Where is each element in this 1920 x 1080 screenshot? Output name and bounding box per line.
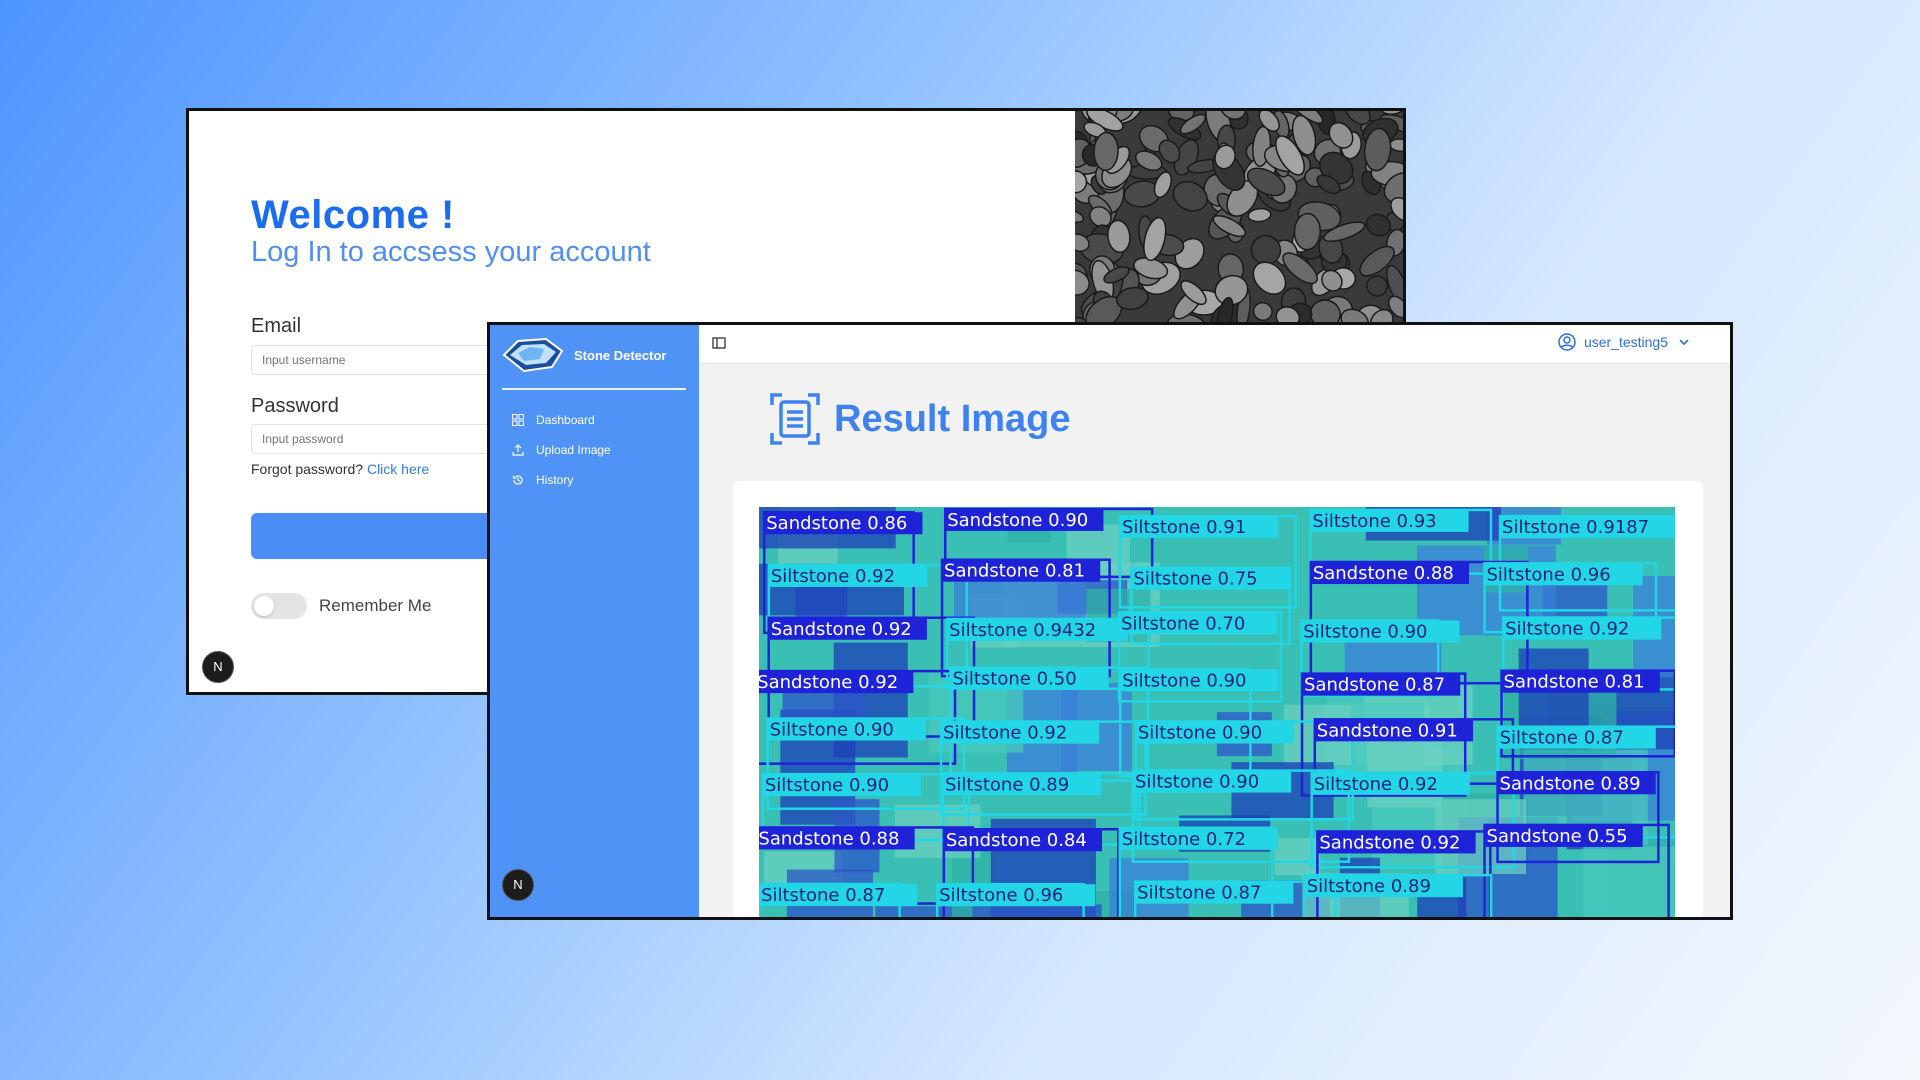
detection-label: Sandstone 0.89 bbox=[1500, 773, 1641, 794]
grid-icon bbox=[512, 414, 524, 426]
topbar: user_testing5 bbox=[699, 325, 1730, 364]
detection-label: Sandstone 0.88 bbox=[759, 828, 899, 849]
stone-hero-image bbox=[1075, 111, 1403, 325]
detection-label: Siltstone 0.72 bbox=[1122, 829, 1246, 850]
detection-label: Sandstone 0.90 bbox=[947, 510, 1088, 531]
detection-label: Siltstone 0.87 bbox=[1500, 728, 1624, 749]
detection-label: Siltstone 0.89 bbox=[945, 774, 1069, 795]
detection-label: Siltstone 0.92 bbox=[771, 566, 895, 587]
remember-me-toggle[interactable] bbox=[251, 593, 307, 619]
history-icon bbox=[512, 475, 523, 485]
detection-label: Sandstone 0.92 bbox=[771, 619, 912, 640]
sidebar-toggle-icon[interactable] bbox=[712, 336, 726, 350]
detection-label: Siltstone 0.75 bbox=[1133, 569, 1257, 590]
detection-label: Siltstone 0.90 bbox=[1122, 670, 1246, 691]
welcome-heading: Welcome ! bbox=[251, 193, 455, 237]
detection-label: Siltstone 0.90 bbox=[1135, 772, 1259, 793]
brand-name: Stone Detector bbox=[574, 347, 667, 363]
detection-label: Siltstone 0.9187 bbox=[1502, 517, 1649, 538]
stone-logo-icon bbox=[502, 337, 564, 373]
stone-shape bbox=[1252, 301, 1273, 322]
detection-label: Siltstone 0.70 bbox=[1121, 613, 1245, 634]
detection-label: Siltstone 0.92 bbox=[943, 723, 1067, 744]
stone-shape bbox=[1389, 138, 1403, 153]
upload-icon bbox=[512, 444, 524, 456]
detection-label: Siltstone 0.91 bbox=[1122, 517, 1246, 538]
sidebar-nav: Dashboard Upload Image History bbox=[512, 405, 611, 495]
detection-label: Siltstone 0.50 bbox=[952, 669, 1076, 690]
detection-label: Siltstone 0.89 bbox=[1307, 876, 1431, 897]
stone-shape bbox=[1075, 207, 1085, 224]
email-label: Email bbox=[251, 315, 302, 337]
remember-me-label: Remember Me bbox=[319, 596, 432, 615]
detection-label: Sandstone 0.55 bbox=[1487, 826, 1628, 847]
forgot-password-link[interactable]: Click here bbox=[367, 461, 429, 477]
sidebar-item-label: History bbox=[536, 473, 574, 487]
stone-shape bbox=[1293, 212, 1321, 251]
detection-label: Siltstone 0.90 bbox=[770, 720, 894, 741]
stone-shape bbox=[1247, 207, 1272, 223]
image-patch bbox=[1274, 837, 1321, 876]
sidebar-item-dashboard[interactable]: Dashboard bbox=[512, 405, 611, 435]
result-title: Result Image bbox=[770, 393, 1071, 445]
sidebar: Stone Detector Dashboard Upload Image Hi… bbox=[490, 325, 699, 917]
detection-label: Siltstone 0.96 bbox=[1486, 564, 1610, 585]
detection-label: Sandstone 0.87 bbox=[1304, 675, 1445, 696]
username: user_testing5 bbox=[1583, 334, 1668, 350]
detection-label: Sandstone 0.92 bbox=[1319, 832, 1460, 853]
detection-label: Siltstone 0.93 bbox=[1312, 511, 1436, 532]
detection-label: Siltstone 0.90 bbox=[1303, 622, 1427, 643]
detection-label: Siltstone 0.90 bbox=[765, 775, 889, 796]
stone-shape bbox=[1366, 275, 1389, 297]
next-badge-icon[interactable]: N bbox=[502, 869, 534, 901]
document-scan-icon bbox=[770, 393, 820, 445]
detection-label: Siltstone 0.9432 bbox=[949, 620, 1096, 641]
sidebar-divider bbox=[502, 388, 686, 390]
dashboard-window: Stone Detector Dashboard Upload Image Hi… bbox=[487, 322, 1733, 920]
password-label: Password bbox=[251, 395, 339, 417]
detection-label: Sandstone 0.81 bbox=[944, 561, 1085, 582]
detection-label: Siltstone 0.92 bbox=[1505, 619, 1629, 640]
detection-label: Siltstone 0.87 bbox=[761, 885, 885, 906]
detection-label: Sandstone 0.91 bbox=[1317, 720, 1458, 741]
detection-result-image: Sandstone 0.86 Sandstone 0.90 Siltstone 0.… bbox=[759, 507, 1675, 917]
detection-label: Sandstone 0.86 bbox=[766, 513, 907, 534]
sidebar-item-label: Dashboard bbox=[536, 413, 595, 427]
user-menu[interactable]: user_testing5 bbox=[1558, 333, 1690, 351]
detection-label: Sandstone 0.92 bbox=[759, 672, 898, 693]
user-circle-icon bbox=[1558, 333, 1576, 351]
detection-label: Sandstone 0.81 bbox=[1504, 672, 1645, 693]
image-patch bbox=[972, 904, 1102, 917]
image-patch bbox=[1583, 846, 1675, 917]
chevron-down-icon bbox=[1679, 339, 1689, 346]
detection-label: Siltstone 0.92 bbox=[1314, 774, 1438, 795]
sidebar-item-upload-image[interactable]: Upload Image bbox=[512, 435, 611, 465]
detection-label: Siltstone 0.87 bbox=[1137, 883, 1261, 904]
detection-label: Siltstone 0.96 bbox=[939, 885, 1063, 906]
detection-label: Sandstone 0.88 bbox=[1313, 563, 1454, 584]
result-card: Sandstone 0.86 Sandstone 0.90 Siltstone 0.… bbox=[733, 481, 1703, 917]
next-badge-icon[interactable]: N bbox=[202, 651, 234, 683]
page-title: Result Image bbox=[834, 397, 1071, 440]
login-subtitle: Log In to accsess your account bbox=[251, 236, 651, 268]
brand[interactable]: Stone Detector bbox=[500, 335, 666, 375]
forgot-password-text: Forgot password? bbox=[251, 461, 364, 477]
detection-label: Siltstone 0.90 bbox=[1138, 723, 1262, 744]
detection-label: Sandstone 0.84 bbox=[946, 830, 1087, 851]
sidebar-item-history[interactable]: History bbox=[512, 465, 611, 495]
sidebar-item-label: Upload Image bbox=[536, 443, 611, 457]
toggle-knob bbox=[254, 596, 274, 616]
stone-shape bbox=[1093, 131, 1119, 172]
forgot-password: Forgot password? Click here bbox=[251, 461, 429, 477]
